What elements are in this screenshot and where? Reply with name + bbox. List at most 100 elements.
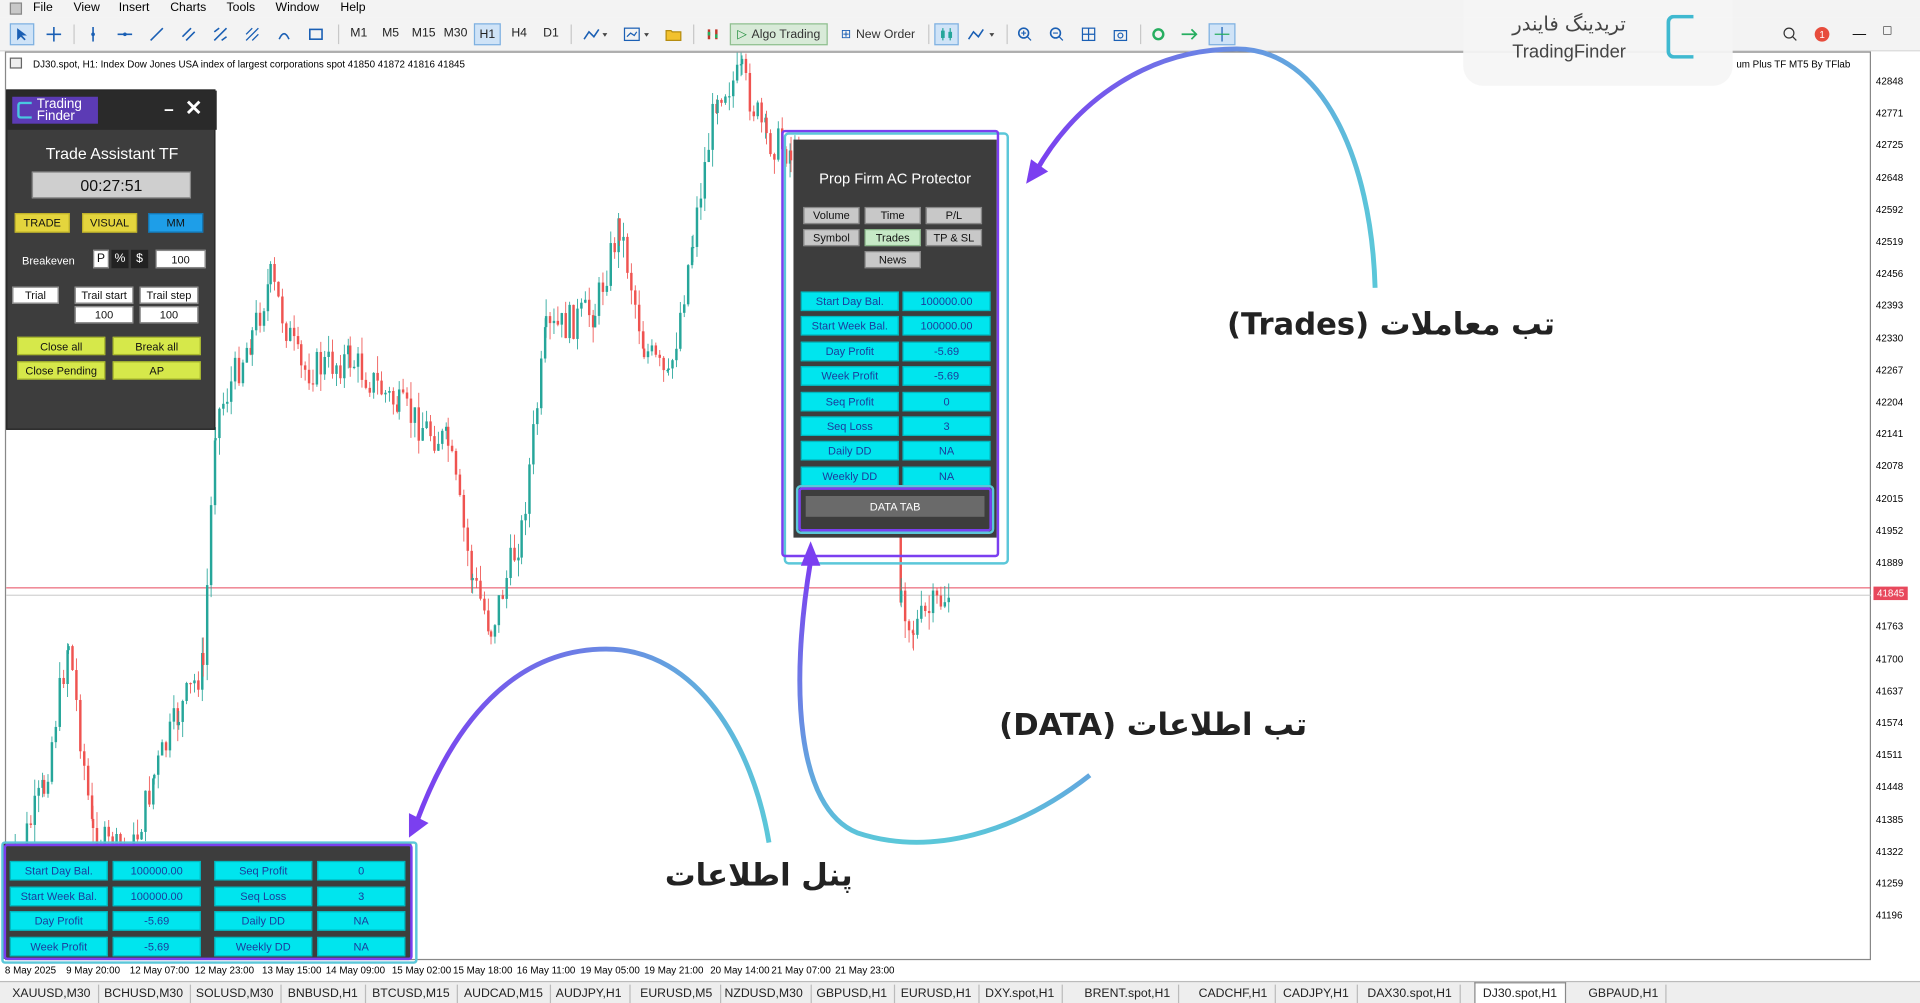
zoom-in-icon[interactable] xyxy=(1013,23,1037,45)
symbol-tab[interactable]: DJ30.spot,H1 xyxy=(1474,982,1566,1003)
menu-view[interactable]: View xyxy=(73,1,99,14)
search-icon[interactable] xyxy=(1782,23,1799,45)
timeframe-m30[interactable]: M30 xyxy=(441,23,470,45)
candle xyxy=(429,415,432,442)
zoom-out-icon[interactable] xyxy=(1044,23,1068,45)
time-tick: 8 May 2025 xyxy=(4,965,57,977)
close-pending-button[interactable]: Close Pending xyxy=(17,361,106,380)
symbol-tab[interactable]: GBPUSD,H1 xyxy=(809,984,896,1003)
symbol-tab[interactable]: BTCUSD,M15 xyxy=(365,984,459,1003)
trail-step-input[interactable]: 100 xyxy=(139,306,199,324)
vertical-line-icon[interactable] xyxy=(81,23,105,45)
candle xyxy=(343,344,346,388)
menu-file[interactable]: File xyxy=(33,1,53,14)
time-tick: 19 May 21:00 xyxy=(644,965,704,977)
minimize-icon[interactable]: — xyxy=(1853,27,1866,42)
timeframe-m5[interactable]: M5 xyxy=(377,23,404,45)
panel-minimize-icon[interactable]: – xyxy=(164,99,174,119)
trail-start-input[interactable]: 100 xyxy=(74,306,134,324)
screenshot-icon[interactable] xyxy=(1108,23,1132,45)
line-chart-icon[interactable] xyxy=(964,23,1001,45)
tab-mm[interactable]: MM xyxy=(148,213,204,233)
notifications-icon[interactable]: 1 xyxy=(1813,23,1830,45)
symbol-tab[interactable]: CADCHF,H1 xyxy=(1191,984,1276,1003)
symbol-tab[interactable]: BRENT.spot,H1 xyxy=(1077,984,1179,1003)
templates-icon[interactable] xyxy=(620,23,654,45)
symbol-tab[interactable]: DXY.spot,H1 xyxy=(978,984,1063,1003)
trail-start-label[interactable]: Trail start xyxy=(74,286,134,304)
new-order-button[interactable]: ⊞ New Order xyxy=(835,23,921,45)
auto-scroll-icon[interactable] xyxy=(1177,23,1201,45)
symbol-tab[interactable]: AUDJPY,H1 xyxy=(548,984,631,1003)
cycle-lines-icon[interactable] xyxy=(272,23,296,45)
breakeven-input[interactable]: 100 xyxy=(155,249,206,269)
trendline-icon[interactable] xyxy=(144,23,168,45)
tab-visual[interactable]: VISUAL xyxy=(82,213,138,233)
candle xyxy=(475,567,478,589)
timeframe-h4[interactable]: H4 xyxy=(506,23,533,45)
indicators-icon[interactable] xyxy=(579,23,611,45)
symbol-tab[interactable]: XAUUSD,M30 xyxy=(5,984,100,1003)
trading-finder-logo: Trading Finder xyxy=(12,96,98,124)
candle xyxy=(441,428,444,450)
time-tick: 12 May 23:00 xyxy=(194,965,255,977)
candle xyxy=(140,829,143,841)
candle xyxy=(667,358,670,376)
tile-windows-icon[interactable] xyxy=(1076,23,1100,45)
close-all-button[interactable]: Close all xyxy=(17,336,106,356)
maximize-icon[interactable]: □ xyxy=(1883,23,1891,38)
candle xyxy=(580,298,583,317)
timeframe-m1[interactable]: M1 xyxy=(345,23,372,45)
candle xyxy=(42,775,46,797)
candle xyxy=(622,222,625,258)
symbol-tab[interactable]: AUDCAD,M15 xyxy=(457,984,552,1003)
price-tick: 42648 xyxy=(1875,172,1904,184)
symbol-tab[interactable]: NZDUSD,M30 xyxy=(717,984,812,1003)
crosshair-icon[interactable] xyxy=(42,23,66,45)
fibonacci-icon[interactable] xyxy=(208,23,232,45)
candle xyxy=(86,758,90,800)
price-scale[interactable]: 42848 42771 42725 42648 42592 42519 42456 42393… xyxy=(1871,51,1920,961)
menu-charts[interactable]: Charts xyxy=(170,1,206,14)
settings-icon[interactable] xyxy=(1146,23,1170,45)
cursor-icon[interactable] xyxy=(9,23,35,46)
symbol-tab[interactable]: SOLUSD,M30 xyxy=(189,984,283,1003)
symbol-tab[interactable]: CADJPY,H1 xyxy=(1276,984,1358,1003)
be-mode-dollar[interactable]: $ xyxy=(131,249,149,269)
candlestick-chart-icon[interactable] xyxy=(934,23,959,46)
timeframe-m15[interactable]: M15 xyxy=(409,23,438,45)
brand-name-en: TradingFinder xyxy=(1512,41,1626,63)
menu-help[interactable]: Help xyxy=(340,1,365,14)
tab-trade[interactable]: TRADE xyxy=(14,213,70,233)
horizontal-line-icon[interactable] xyxy=(113,23,137,45)
timeframe-d1[interactable]: D1 xyxy=(538,23,565,45)
symbol-tab[interactable]: BCHUSD,M30 xyxy=(97,984,192,1003)
candle xyxy=(683,295,686,318)
candle xyxy=(927,595,931,630)
timeframe-h1[interactable]: H1 xyxy=(473,23,501,46)
menu-window[interactable]: Window xyxy=(276,1,320,14)
folder-icon[interactable] xyxy=(661,23,685,45)
trail-step-label[interactable]: Trail step xyxy=(139,286,199,304)
be-mode-percent[interactable]: % xyxy=(111,249,129,269)
symbol-tab[interactable]: DAX30.spot,H1 xyxy=(1360,984,1461,1003)
menu-insert[interactable]: Insert xyxy=(119,1,150,14)
pitchfork-icon[interactable] xyxy=(240,23,264,45)
symbol-tab[interactable]: BNBUSD,H1 xyxy=(280,984,367,1003)
panel-close-icon[interactable]: ✕ xyxy=(185,97,202,121)
price-tick: 42330 xyxy=(1875,332,1904,344)
symbol-tab[interactable]: GBPAUD,H1 xyxy=(1581,984,1667,1003)
ap-button[interactable]: AP xyxy=(112,361,201,380)
chart-shift-icon[interactable] xyxy=(1208,23,1236,46)
trial-button[interactable]: Trial xyxy=(12,286,59,304)
algo-trading-button[interactable]: ▷ Algo Trading xyxy=(729,23,828,46)
break-all-button[interactable]: Break all xyxy=(112,336,201,356)
menu-tools[interactable]: Tools xyxy=(227,1,256,14)
channel-icon[interactable] xyxy=(176,23,200,45)
symbol-tab[interactable]: EURUSD,M5 xyxy=(633,984,721,1003)
be-mode-points[interactable]: P xyxy=(93,249,109,269)
market-watch-icon[interactable] xyxy=(700,23,724,45)
symbol-tab[interactable]: EURUSD,H1 xyxy=(893,984,981,1003)
shapes-icon[interactable] xyxy=(304,23,328,45)
candle xyxy=(384,390,387,403)
